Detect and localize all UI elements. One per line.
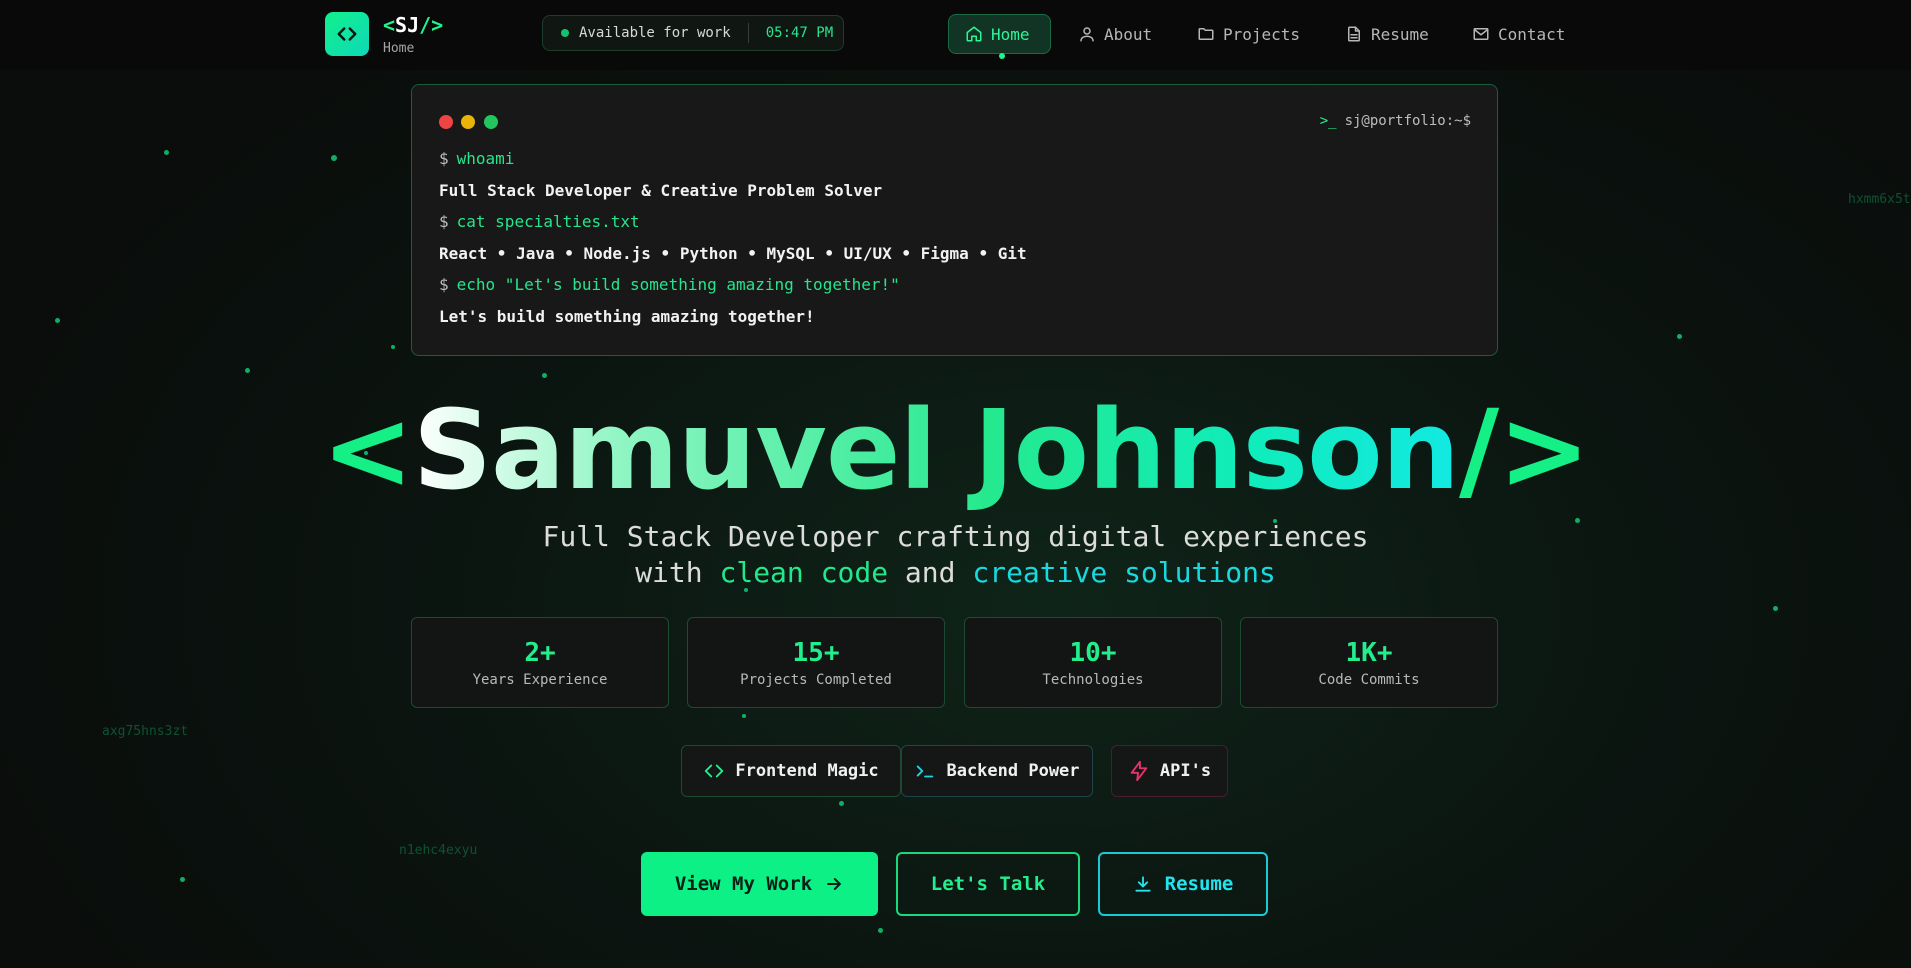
stat-value: 15+ [792, 638, 840, 668]
particle-dot [542, 373, 547, 378]
terminal-command-line: $ cat specialties.txt [439, 212, 640, 231]
stat-label: Years Experience [472, 672, 608, 688]
button-label: Let's Talk [930, 873, 1046, 895]
mail-icon [1473, 28, 1489, 40]
availability-status: Available for work 05:47 PM [542, 15, 844, 51]
arrow-right-icon [827, 878, 841, 890]
terminal-prompt-text: sj@portfolio:~$ [1344, 113, 1471, 129]
background-code-text: axg75hns3zt [102, 724, 189, 739]
terminal-output-line: Let's build something amazing together! [439, 307, 815, 326]
stat-label: Code Commits [1318, 672, 1420, 688]
lightning-icon [1130, 760, 1148, 782]
stat-value: 2+ [524, 638, 556, 668]
feature-label: Frontend Magic [735, 761, 879, 781]
terminal-maximize-dot [484, 115, 498, 129]
folder-icon [1198, 28, 1214, 40]
terminal-minimize-dot [461, 115, 475, 129]
nav-item-resume[interactable]: Resume [1345, 14, 1429, 54]
code-brackets-icon [705, 764, 724, 778]
download-icon [1135, 876, 1151, 892]
particle-dot [391, 345, 395, 349]
nav-item-label: Projects [1223, 24, 1301, 44]
logo-subtitle: Home [383, 41, 415, 56]
stat-value: 10+ [1069, 638, 1117, 668]
stat-label: Technologies [1042, 672, 1144, 688]
background-code-text: n1ehc4exyu [399, 843, 478, 858]
active-indicator-dot [999, 53, 1005, 59]
lets-talk-button[interactable]: Let's Talk [896, 852, 1080, 916]
terminal-command-line: $ echo "Let's build something amazing tog… [439, 275, 900, 294]
logo-icon[interactable] [325, 12, 369, 56]
particle-dot [180, 877, 185, 882]
logo-title[interactable]: <SJ/> [383, 13, 443, 37]
terminal-command-line: $ whoami [439, 149, 515, 168]
feature-badge-backend[interactable]: Backend Power [901, 745, 1093, 797]
stat-card-commits: 1K+ Code Commits [1240, 617, 1498, 708]
particle-dot [878, 928, 883, 933]
nav-item-label: Resume [1371, 24, 1429, 44]
user-icon [1080, 27, 1094, 42]
particle-dot [245, 368, 250, 373]
nav-item-contact[interactable]: Contact [1472, 14, 1565, 54]
stat-card-technologies: 10+ Technologies [964, 617, 1222, 708]
document-icon [1348, 26, 1360, 42]
button-label: View My Work [674, 873, 813, 895]
hero-tagline-2: with clean code and creative solutions [635, 556, 1276, 589]
stat-card-experience: 2+ Years Experience [411, 617, 669, 708]
status-time: 05:47 PM [765, 25, 834, 41]
particle-dot [1773, 606, 1778, 611]
stat-card-projects: 15+ Projects Completed [687, 617, 945, 708]
top-navbar: <SJ/> Home Available for work 05:47 PM H… [0, 0, 1911, 70]
particle-dot [839, 801, 844, 806]
nav-item-about[interactable]: About [1078, 14, 1152, 54]
feature-badge-frontend[interactable]: Frontend Magic [681, 745, 901, 797]
terminal-prompt: >_ sj@portfolio:~$ [1320, 113, 1471, 129]
nav-item-label: Contact [1498, 24, 1566, 44]
feature-badge-api[interactable]: API's [1111, 745, 1228, 797]
terminal-icon: >_ [1319, 113, 1337, 129]
nav-item-label: About [1104, 24, 1153, 44]
background-code-text: hxmm6x5t [1848, 192, 1911, 207]
stat-label: Projects Completed [740, 672, 892, 688]
particle-dot [55, 318, 60, 323]
nav-item-label: Home [991, 24, 1030, 44]
particle-dot [164, 150, 169, 155]
feature-label: Backend Power [946, 761, 1080, 781]
terminal-close-dot [439, 115, 453, 129]
button-label: Resume [1164, 873, 1234, 895]
view-my-work-button[interactable]: View My Work [641, 852, 878, 916]
particle-dot [742, 714, 746, 718]
terminal-output-line: Full Stack Developer & Creative Problem … [439, 181, 883, 200]
status-label: Available for work [579, 25, 731, 41]
particle-dot [331, 155, 337, 161]
home-icon [966, 26, 982, 42]
terminal-output-line: React • Java • Node.js • Python • MySQL … [439, 244, 1027, 263]
nav-item-home[interactable]: Home [948, 14, 1051, 54]
terminal-icon [917, 765, 934, 778]
resume-download-button[interactable]: Resume [1098, 852, 1268, 916]
nav-item-projects[interactable]: Projects [1197, 14, 1300, 54]
divider [747, 23, 749, 43]
terminal-window: >_ sj@portfolio:~$ $ whoami Full Stack De… [411, 84, 1498, 356]
hero-tagline: Full Stack Developer crafting digital ex… [542, 520, 1369, 553]
feature-label: API's [1159, 761, 1212, 781]
particle-dot [1677, 334, 1682, 339]
hero-title: <Samuvel Johnson/> [321, 386, 1591, 514]
stat-value: 1K+ [1345, 638, 1393, 668]
status-dot-icon [561, 29, 569, 37]
